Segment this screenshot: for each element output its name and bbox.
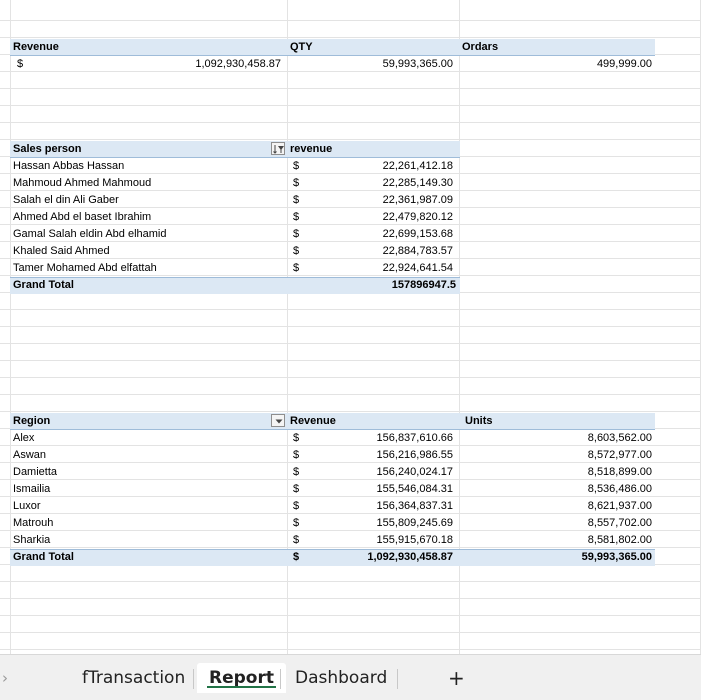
sales-row-value[interactable]: 22,285,149.30 xyxy=(320,175,453,192)
region-row-revenue[interactable]: 156,240,024.17 xyxy=(320,464,453,481)
sales-row-name[interactable]: Salah el din Ali Gaber xyxy=(13,192,119,209)
sales-row-value[interactable]: 22,261,412.18 xyxy=(320,158,453,175)
region-row-name[interactable]: Alex xyxy=(13,430,34,447)
summary-revenue-currency[interactable]: $ xyxy=(17,56,23,73)
region-row-units[interactable]: 8,557,702.00 xyxy=(470,515,652,532)
sales-row-currency[interactable]: $ xyxy=(293,243,299,260)
region-row-name[interactable]: Damietta xyxy=(13,464,57,481)
region-row-revenue[interactable]: 156,837,610.66 xyxy=(320,430,453,447)
sales-row-value[interactable]: 22,699,153.68 xyxy=(320,226,453,243)
region-row-currency[interactable]: $ xyxy=(293,515,299,532)
tab-dashboard[interactable]: Dashboard xyxy=(295,663,387,693)
tab-ftransaction[interactable]: fTransaction xyxy=(82,663,185,693)
summary-orders-value[interactable]: 499,999.00 xyxy=(462,56,652,73)
summary-header-row xyxy=(10,39,655,56)
summary-header-revenue[interactable]: Revenue xyxy=(13,39,59,56)
sales-row-currency[interactable]: $ xyxy=(293,158,299,175)
region-row-units[interactable]: 8,581,802.00 xyxy=(470,532,652,549)
sales-row-value[interactable]: 22,479,820.12 xyxy=(320,209,453,226)
summary-qty-value[interactable]: 59,993,365.00 xyxy=(290,56,453,73)
sales-row-currency[interactable]: $ xyxy=(293,260,299,277)
sales-pivot-total-value[interactable]: 157896947.5 xyxy=(300,277,456,294)
region-pivot-header-units[interactable]: Units xyxy=(465,413,493,430)
sort-filter-button[interactable] xyxy=(271,142,285,155)
region-pivot-total-revenue[interactable]: 1,092,930,458.87 xyxy=(300,549,453,566)
sales-pivot-header-person[interactable]: Sales person xyxy=(13,141,81,158)
region-row-currency[interactable]: $ xyxy=(293,430,299,447)
region-row-revenue[interactable]: 156,364,837.31 xyxy=(320,498,453,515)
sales-row-name[interactable]: Khaled Said Ahmed xyxy=(13,243,110,260)
sales-row-currency[interactable]: $ xyxy=(293,175,299,192)
region-pivot-total-currency[interactable]: $ xyxy=(293,549,299,566)
filter-dropdown-button[interactable] xyxy=(271,414,285,427)
region-row-units[interactable]: 8,603,562.00 xyxy=(470,430,652,447)
sales-row-name[interactable]: Gamal Salah eldin Abd elhamid xyxy=(13,226,166,243)
tab-divider xyxy=(193,669,194,689)
active-tab-indicator xyxy=(207,686,276,688)
sales-row-currency[interactable]: $ xyxy=(293,192,299,209)
tab-divider xyxy=(280,669,281,689)
region-pivot-header-revenue[interactable]: Revenue xyxy=(290,413,336,430)
tab-divider xyxy=(397,669,398,689)
region-row-units[interactable]: 8,518,899.00 xyxy=(470,464,652,481)
region-row-revenue[interactable]: 155,546,084.31 xyxy=(320,481,453,498)
sales-row-value[interactable]: 22,924,641.54 xyxy=(320,260,453,277)
sales-row-value[interactable]: 22,884,783.57 xyxy=(320,243,453,260)
sales-row-currency[interactable]: $ xyxy=(293,209,299,226)
region-row-currency[interactable]: $ xyxy=(293,481,299,498)
chevron-down-icon xyxy=(275,419,283,424)
sales-row-name[interactable]: Ahmed Abd el baset Ibrahim xyxy=(13,209,151,226)
region-row-revenue[interactable]: 155,809,245.69 xyxy=(320,515,453,532)
region-row-currency[interactable]: $ xyxy=(293,498,299,515)
region-row-currency[interactable]: $ xyxy=(293,464,299,481)
region-row-name[interactable]: Sharkia xyxy=(13,532,50,549)
region-pivot-total-units[interactable]: 59,993,365.00 xyxy=(470,549,652,566)
sales-row-name[interactable]: Tamer Mohamed Abd elfattah xyxy=(13,260,157,277)
summary-header-qty[interactable]: QTY xyxy=(290,39,313,56)
region-row-currency[interactable]: $ xyxy=(293,447,299,464)
sheet-tab-bar: › fTransaction Report Dashboard + xyxy=(0,654,701,700)
tab-report[interactable]: Report xyxy=(197,663,286,693)
tab-report-label: Report xyxy=(209,668,274,688)
sales-row-value[interactable]: 22,361,987.09 xyxy=(320,192,453,209)
region-row-name[interactable]: Matrouh xyxy=(13,515,53,532)
region-row-name[interactable]: Aswan xyxy=(13,447,46,464)
region-pivot-header-region[interactable]: Region xyxy=(13,413,50,430)
add-sheet-button[interactable]: + xyxy=(448,663,465,693)
sales-row-name[interactable]: Hassan Abbas Hassan xyxy=(13,158,124,175)
region-row-units[interactable]: 8,536,486.00 xyxy=(470,481,652,498)
summary-header-orders[interactable]: Ordars xyxy=(462,39,498,56)
region-row-units[interactable]: 8,572,977.00 xyxy=(470,447,652,464)
region-row-name[interactable]: Ismailia xyxy=(13,481,50,498)
sort-filter-icon xyxy=(273,145,284,154)
region-row-name[interactable]: Luxor xyxy=(13,498,41,515)
region-row-revenue[interactable]: 155,915,670.18 xyxy=(320,532,453,549)
scroll-tabs-icon[interactable]: › xyxy=(2,663,8,693)
sales-row-currency[interactable]: $ xyxy=(293,226,299,243)
region-row-revenue[interactable]: 156,216,986.55 xyxy=(320,447,453,464)
sales-pivot-total-label[interactable]: Grand Total xyxy=(13,277,74,294)
region-row-units[interactable]: 8,621,937.00 xyxy=(470,498,652,515)
region-pivot-total-label[interactable]: Grand Total xyxy=(13,549,74,566)
sales-pivot-header-revenue[interactable]: revenue xyxy=(290,141,332,158)
region-row-currency[interactable]: $ xyxy=(293,532,299,549)
summary-revenue-value[interactable]: 1,092,930,458.87 xyxy=(90,56,281,73)
sales-row-name[interactable]: Mahmoud Ahmed Mahmoud xyxy=(13,175,151,192)
